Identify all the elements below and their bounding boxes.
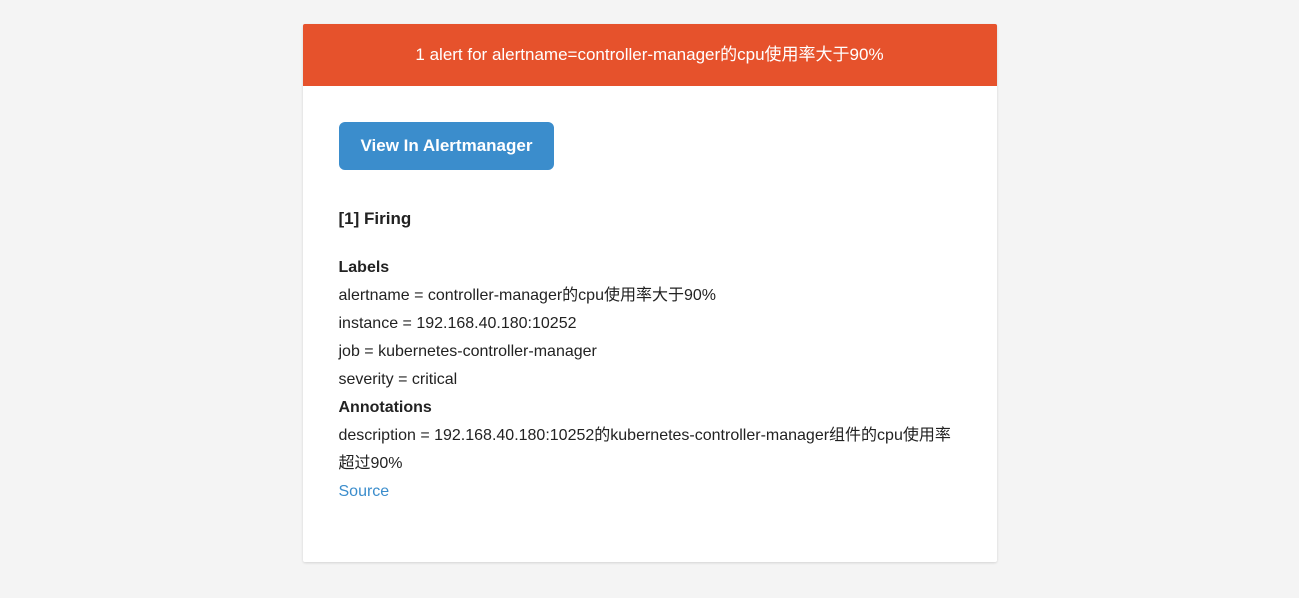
alert-card: 1 alert for alertname=controller-manager… (303, 24, 997, 562)
annotation-row: description = 192.168.40.180:10252的kuber… (339, 422, 961, 478)
source-link[interactable]: Source (339, 483, 390, 500)
spacer (339, 236, 961, 254)
alert-body: View In Alertmanager [1] Firing Labels a… (303, 86, 997, 562)
alert-header-title: 1 alert for alertname=controller-manager… (415, 45, 883, 64)
view-in-alertmanager-button[interactable]: View In Alertmanager (339, 122, 555, 170)
label-row: job = kubernetes-controller-manager (339, 338, 961, 366)
labels-heading: Labels (339, 254, 961, 282)
page: 1 alert for alertname=controller-manager… (0, 0, 1299, 598)
alert-header: 1 alert for alertname=controller-manager… (303, 24, 997, 86)
annotations-heading: Annotations (339, 394, 961, 422)
firing-heading: [1] Firing (339, 204, 961, 234)
label-row: alertname = controller-manager的cpu使用率大于9… (339, 282, 961, 310)
label-row: instance = 192.168.40.180:10252 (339, 310, 961, 338)
label-row: severity = critical (339, 366, 961, 394)
